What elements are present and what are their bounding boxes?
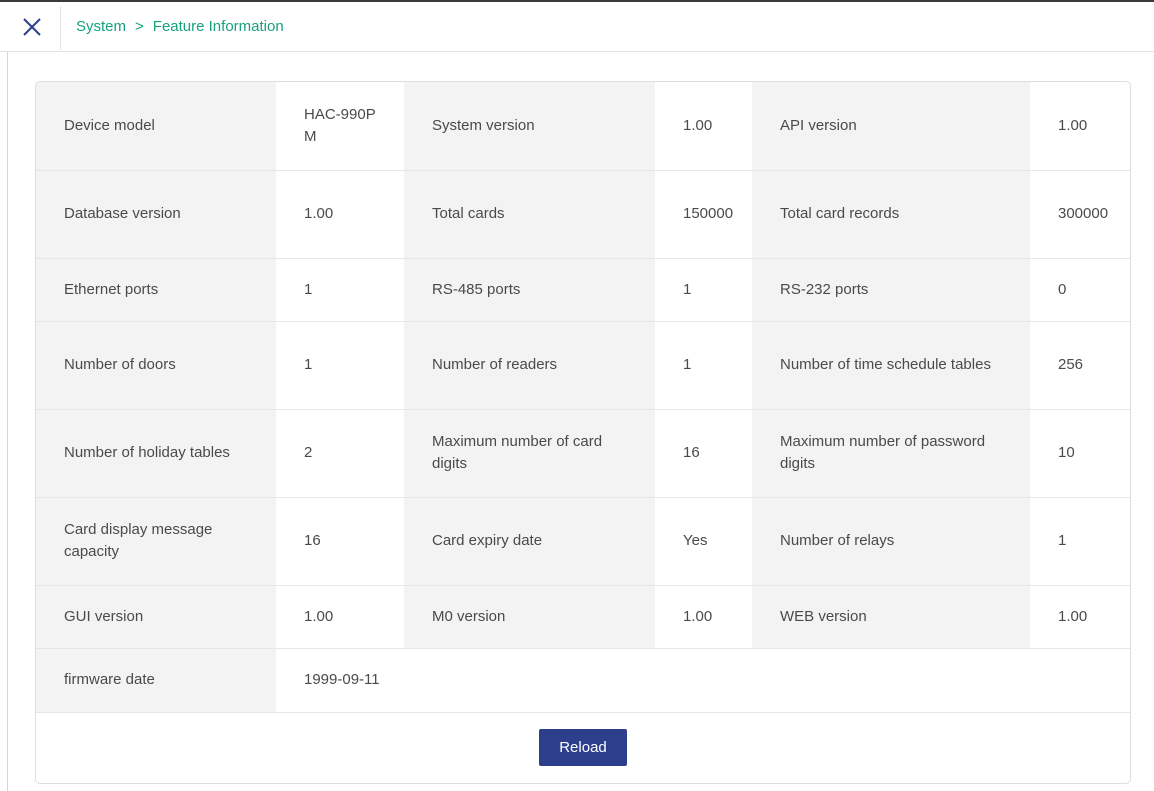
breadcrumb: System > Feature Information [76, 18, 284, 35]
m0-version-label: M0 version [404, 585, 655, 649]
rs485-ports-label: RS-485 ports [404, 258, 655, 322]
time-schedule-tables-value: 256 [1030, 321, 1130, 410]
time-schedule-tables-label: Number of time schedule tables [752, 321, 1030, 410]
web-version-label: WEB version [752, 585, 1030, 649]
feature-table: Device model HAC-990PM System version 1.… [36, 82, 1130, 713]
breadcrumb-system[interactable]: System [76, 18, 126, 35]
number-of-relays-value: 1 [1030, 497, 1130, 586]
ethernet-ports-value: 1 [276, 258, 404, 322]
card-footer: Reload [36, 712, 1130, 783]
gui-version-value: 1.00 [276, 585, 404, 649]
breadcrumb-separator: > [135, 18, 144, 35]
feature-information-card: Device model HAC-990PM System version 1.… [35, 81, 1131, 784]
holiday-tables-label: Number of holiday tables [36, 409, 276, 498]
number-of-doors-label: Number of doors [36, 321, 276, 410]
rs485-ports-value: 1 [655, 258, 752, 322]
system-version-value: 1.00 [655, 82, 752, 171]
table-row: firmware date 1999-09-11 [36, 648, 1130, 713]
table-row: Number of doors 1 Number of readers 1 Nu… [36, 321, 1130, 410]
number-of-doors-value: 1 [276, 321, 404, 410]
total-card-records-label: Total card records [752, 170, 1030, 259]
close-icon[interactable] [20, 15, 44, 39]
max-password-digits-label: Maximum number of password digits [752, 409, 1030, 498]
table-row: Ethernet ports 1 RS-485 ports 1 RS-232 p… [36, 258, 1130, 322]
device-model-value: HAC-990PM [276, 82, 404, 171]
max-card-digits-label: Maximum number of card digits [404, 409, 655, 498]
table-row: Number of holiday tables 2 Maximum numbe… [36, 409, 1130, 498]
max-card-digits-value: 16 [655, 409, 752, 498]
card-expiry-date-value: Yes [655, 497, 752, 586]
card-expiry-date-label: Card expiry date [404, 497, 655, 586]
total-card-records-value: 300000 [1030, 170, 1130, 259]
total-cards-label: Total cards [404, 170, 655, 259]
number-of-readers-value: 1 [655, 321, 752, 410]
breadcrumb-feature-information: Feature Information [152, 18, 284, 35]
device-model-label: Device model [36, 82, 276, 171]
system-version-label: System version [404, 82, 655, 171]
card-message-capacity-label: Card display message capacity [36, 497, 276, 586]
rs232-ports-value: 0 [1030, 258, 1130, 322]
database-version-value: 1.00 [276, 170, 404, 259]
total-cards-value: 150000 [655, 170, 752, 259]
web-version-value: 1.00 [1030, 585, 1130, 649]
api-version-value: 1.00 [1030, 82, 1130, 171]
table-row: Device model HAC-990PM System version 1.… [36, 82, 1130, 171]
max-password-digits-value: 10 [1030, 409, 1130, 498]
api-version-label: API version [752, 82, 1030, 171]
page-header: System > Feature Information [0, 2, 1154, 52]
holiday-tables-value: 2 [276, 409, 404, 498]
number-of-relays-label: Number of relays [752, 497, 1030, 586]
header-divider [60, 6, 61, 50]
gui-version-label: GUI version [36, 585, 276, 649]
m0-version-value: 1.00 [655, 585, 752, 649]
table-row: Database version 1.00 Total cards 150000… [36, 170, 1130, 259]
firmware-date-label: firmware date [36, 648, 276, 713]
number-of-readers-label: Number of readers [404, 321, 655, 410]
rs232-ports-label: RS-232 ports [752, 258, 1030, 322]
firmware-date-value: 1999-09-11 [276, 648, 1130, 713]
reload-button[interactable]: Reload [539, 729, 627, 766]
left-border [7, 52, 8, 791]
table-row: GUI version 1.00 M0 version 1.00 WEB ver… [36, 585, 1130, 649]
ethernet-ports-label: Ethernet ports [36, 258, 276, 322]
card-message-capacity-value: 16 [276, 497, 404, 586]
table-row: Card display message capacity 16 Card ex… [36, 497, 1130, 586]
database-version-label: Database version [36, 170, 276, 259]
